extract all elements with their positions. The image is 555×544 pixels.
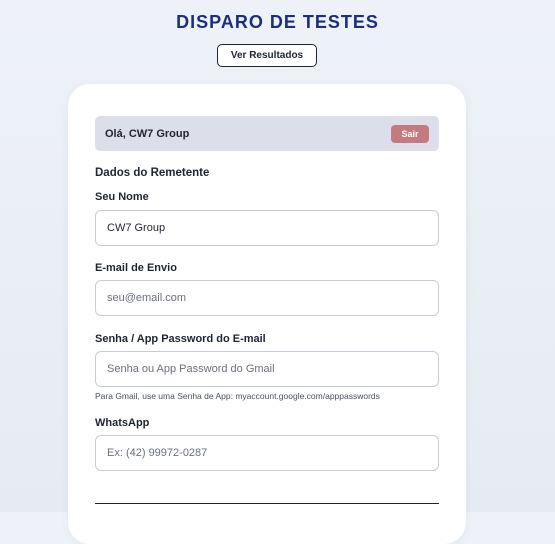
greeting-text: Olá, CW7 Group: [105, 127, 190, 140]
section-divider: [95, 503, 439, 504]
greeting-bar: Olá, CW7 Group Sair: [95, 116, 439, 151]
section-title: Dados do Remetente: [95, 167, 210, 179]
name-input[interactable]: [95, 210, 439, 246]
form-card: Olá, CW7 Group Sair Dados do Remetente S…: [68, 84, 466, 544]
email-label: E-mail de Envio: [95, 262, 177, 274]
name-label: Seu Nome: [95, 191, 149, 203]
password-input[interactable]: [95, 351, 439, 387]
view-results-button[interactable]: Ver Resultados: [217, 44, 317, 67]
whatsapp-label: WhatsApp: [95, 417, 150, 429]
whatsapp-input[interactable]: [95, 435, 439, 471]
page-title: DISPARO DE TESTES: [176, 12, 379, 32]
email-input[interactable]: [95, 280, 439, 316]
password-label: Senha / App Password do E-mail: [95, 333, 266, 345]
password-help-text: Para Gmail, use uma Senha de App: myacco…: [95, 391, 380, 401]
logout-button[interactable]: Sair: [391, 124, 429, 143]
